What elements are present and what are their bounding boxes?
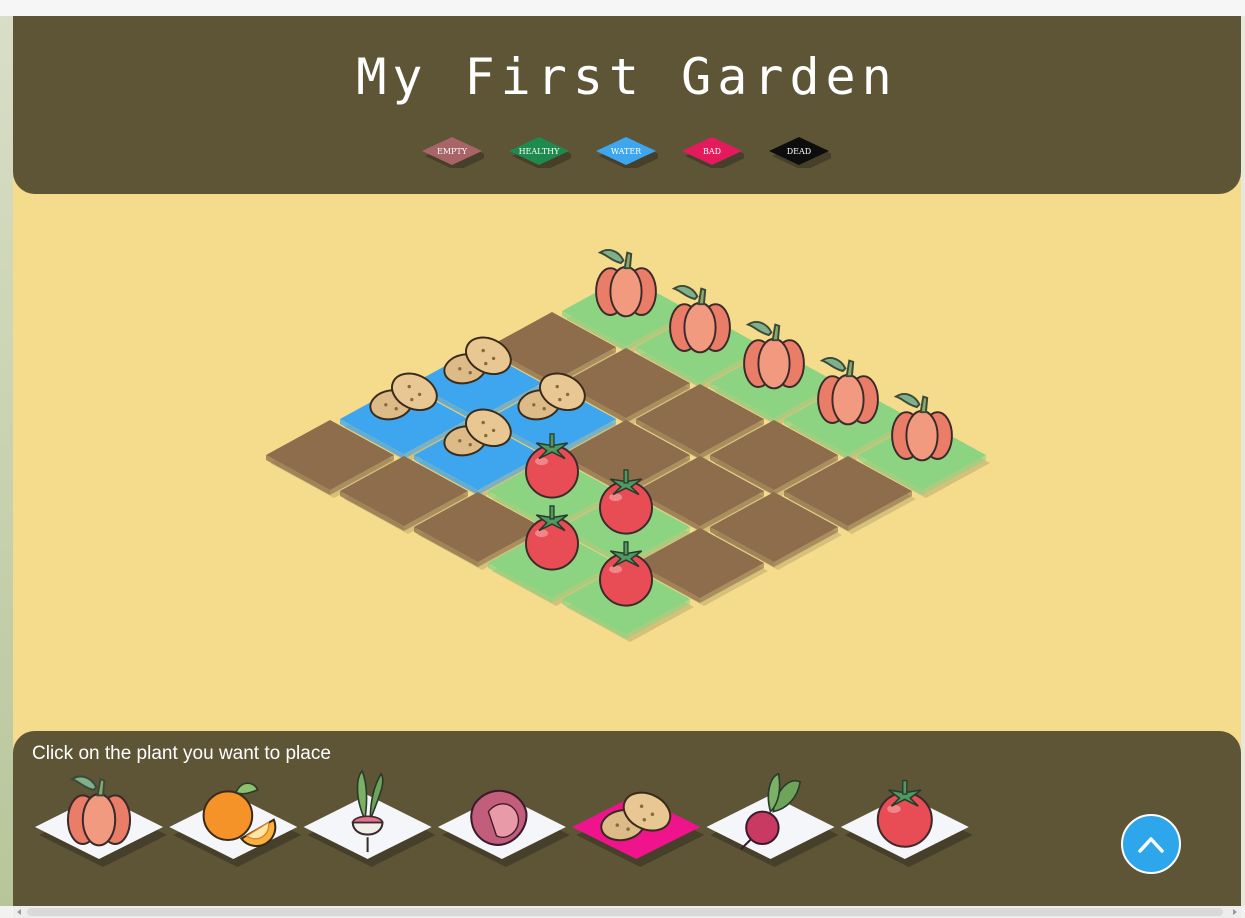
legend-label: healthy: [518, 144, 560, 157]
pumpkin-icon: [817, 357, 879, 426]
legend-dead: dead: [767, 134, 831, 168]
legend-water: water: [594, 134, 658, 168]
legend-bad: bad: [680, 134, 744, 168]
tray-item-potato[interactable]: [572, 785, 705, 867]
pumpkin-icon: [66, 775, 132, 847]
pumpkin-icon: [743, 321, 805, 390]
legend-label: water: [610, 144, 642, 157]
scroll-to-top-button[interactable]: [1121, 814, 1181, 874]
legend-label: dead: [786, 144, 812, 157]
pumpkin-icon: [669, 285, 731, 354]
legend: empty healthy water bad dead: [13, 134, 1241, 174]
left-background-strip: [0, 16, 13, 906]
tray-item-radish[interactable]: [303, 769, 436, 867]
scroll-right-arrow-icon[interactable]: [1233, 909, 1237, 915]
legend-healthy: healthy: [507, 134, 571, 168]
right-background-strip: [1241, 16, 1245, 906]
scrollbar-thumb[interactable]: [27, 908, 1223, 916]
top-bar: [0, 0, 1245, 16]
pumpkin-icon: [595, 249, 657, 318]
page-title: My First Garden: [356, 48, 898, 106]
tray-prompt: Click on the plant you want to place: [32, 743, 331, 764]
legend-label: bad: [702, 144, 722, 157]
sweet-potato-icon: [470, 789, 528, 846]
header: My First Garden empty healthy water bad dead: [13, 16, 1241, 194]
scroll-left-arrow-icon[interactable]: [17, 909, 21, 915]
plant-tray: Click on the plant you want to place: [13, 731, 1241, 906]
legend-empty: empty: [420, 134, 484, 168]
tray-item-beetroot[interactable]: [706, 772, 839, 867]
tomato-icon: [876, 779, 933, 848]
legend-label: empty: [436, 144, 468, 157]
tray-item-sweet-potato[interactable]: [437, 789, 570, 867]
horizontal-scrollbar[interactable]: [13, 906, 1241, 918]
chevron-up-icon: [1138, 837, 1164, 853]
tray-item-pumpkin[interactable]: [35, 775, 167, 868]
pumpkin-icon: [891, 393, 953, 462]
tray-item-orange[interactable]: [169, 782, 302, 867]
tray-item-tomato[interactable]: [840, 779, 973, 867]
